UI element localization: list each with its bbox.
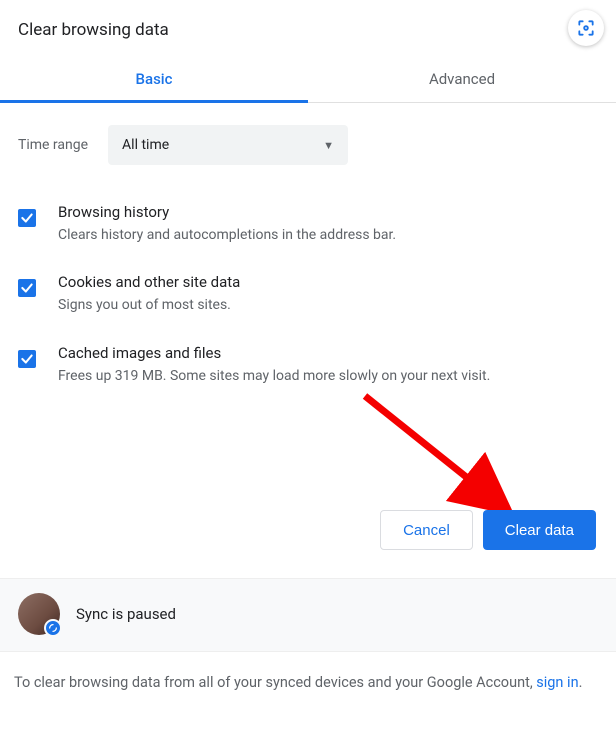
- checkbox-browsing-history[interactable]: [18, 209, 36, 227]
- sync-panel: Sync is paused: [0, 578, 616, 652]
- checkbox-cache[interactable]: [18, 350, 36, 368]
- signin-note-text: To clear browsing data from all of your …: [14, 674, 536, 691]
- clear-data-button[interactable]: Clear data: [483, 510, 596, 550]
- sync-paused-icon: [44, 619, 62, 637]
- dialog-title: Clear browsing data: [18, 20, 169, 40]
- time-range-select[interactable]: All time ▼: [108, 125, 348, 165]
- signin-note: To clear browsing data from all of your …: [14, 672, 602, 694]
- scan-frame-icon[interactable]: [568, 10, 604, 46]
- sign-in-link[interactable]: sign in: [536, 674, 578, 691]
- option-title-cookies: Cookies and other site data: [58, 273, 240, 291]
- sync-status-text: Sync is paused: [76, 605, 176, 623]
- red-arrow-annotation: [355, 390, 525, 530]
- user-avatar[interactable]: [18, 593, 60, 635]
- option-desc-cookies: Signs you out of most sites.: [58, 295, 240, 315]
- cancel-button[interactable]: Cancel: [380, 510, 473, 550]
- time-range-label: Time range: [18, 137, 88, 153]
- option-title-cache: Cached images and files: [58, 344, 490, 362]
- tab-basic[interactable]: Basic: [0, 54, 308, 102]
- tab-bar: Basic Advanced: [0, 54, 616, 103]
- option-desc-history: Clears history and autocompletions in th…: [58, 225, 396, 245]
- tab-advanced[interactable]: Advanced: [308, 54, 616, 102]
- chevron-down-icon: ▼: [323, 139, 334, 152]
- option-desc-cache: Frees up 319 MB. Some sites may load mor…: [58, 366, 490, 386]
- checkbox-cookies[interactable]: [18, 279, 36, 297]
- time-range-value: All time: [122, 137, 169, 153]
- option-title-history: Browsing history: [58, 203, 396, 221]
- signin-note-after: .: [579, 674, 583, 691]
